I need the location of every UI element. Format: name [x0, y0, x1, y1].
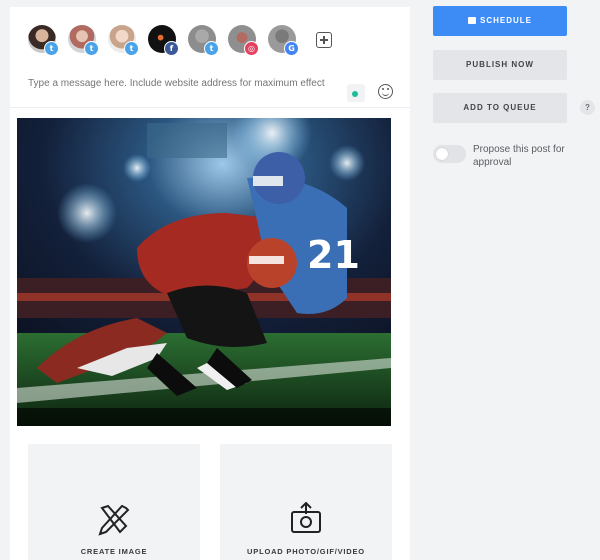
upload-label: UPLOAD PHOTO/GIF/VIDEO: [247, 547, 365, 556]
message-input[interactable]: [28, 78, 338, 89]
account-avatar-3[interactable]: t: [108, 25, 139, 56]
publish-now-label: PUBLISH NOW: [466, 60, 534, 69]
account-avatar-1[interactable]: t: [28, 25, 59, 56]
account-avatar-7[interactable]: G: [268, 25, 299, 56]
create-image-label: CREATE IMAGE: [80, 547, 148, 556]
help-icon[interactable]: ?: [580, 100, 595, 115]
calendar-icon: [467, 17, 476, 24]
status-dot: [352, 91, 358, 97]
account-avatar-4[interactable]: f: [148, 25, 179, 56]
add-to-queue-button[interactable]: ADD TO QUEUE: [433, 93, 567, 123]
toggle-knob: [436, 148, 448, 160]
divider: [10, 107, 410, 108]
facebook-icon: f: [164, 41, 179, 56]
google-icon: G: [284, 41, 299, 56]
pencil-ruler-icon: [98, 504, 130, 536]
approval-label: Propose this post for approval: [473, 144, 565, 168]
instagram-icon: ◎: [244, 41, 259, 56]
create-image-tile[interactable]: CREATE IMAGE: [28, 444, 200, 560]
upload-media-tile[interactable]: UPLOAD PHOTO/GIF/VIDEO: [220, 444, 392, 560]
emoji-icon[interactable]: [378, 84, 393, 99]
camera-upload-icon: [291, 502, 321, 533]
add-to-queue-label: ADD TO QUEUE: [463, 103, 537, 112]
football-photo: 21: [17, 118, 391, 426]
account-avatar-5[interactable]: t: [188, 25, 219, 56]
twitter-icon: t: [204, 41, 219, 56]
schedule-label: SCHEDULE: [479, 16, 532, 25]
schedule-button[interactable]: SCHEDULE: [433, 6, 567, 36]
approval-toggle[interactable]: [433, 145, 466, 163]
attached-image[interactable]: 21: [17, 118, 391, 426]
account-avatar-6[interactable]: ◎: [228, 25, 259, 56]
twitter-icon: t: [44, 41, 59, 56]
account-avatar-2[interactable]: t: [68, 25, 99, 56]
add-account-icon[interactable]: [316, 32, 332, 48]
post-composer: t t t f t ◎ G Type a message here. Inclu…: [10, 7, 410, 560]
twitter-icon: t: [124, 41, 139, 56]
publish-now-button[interactable]: PUBLISH NOW: [433, 50, 567, 80]
twitter-icon: t: [84, 41, 99, 56]
svg-text:21: 21: [307, 233, 360, 277]
